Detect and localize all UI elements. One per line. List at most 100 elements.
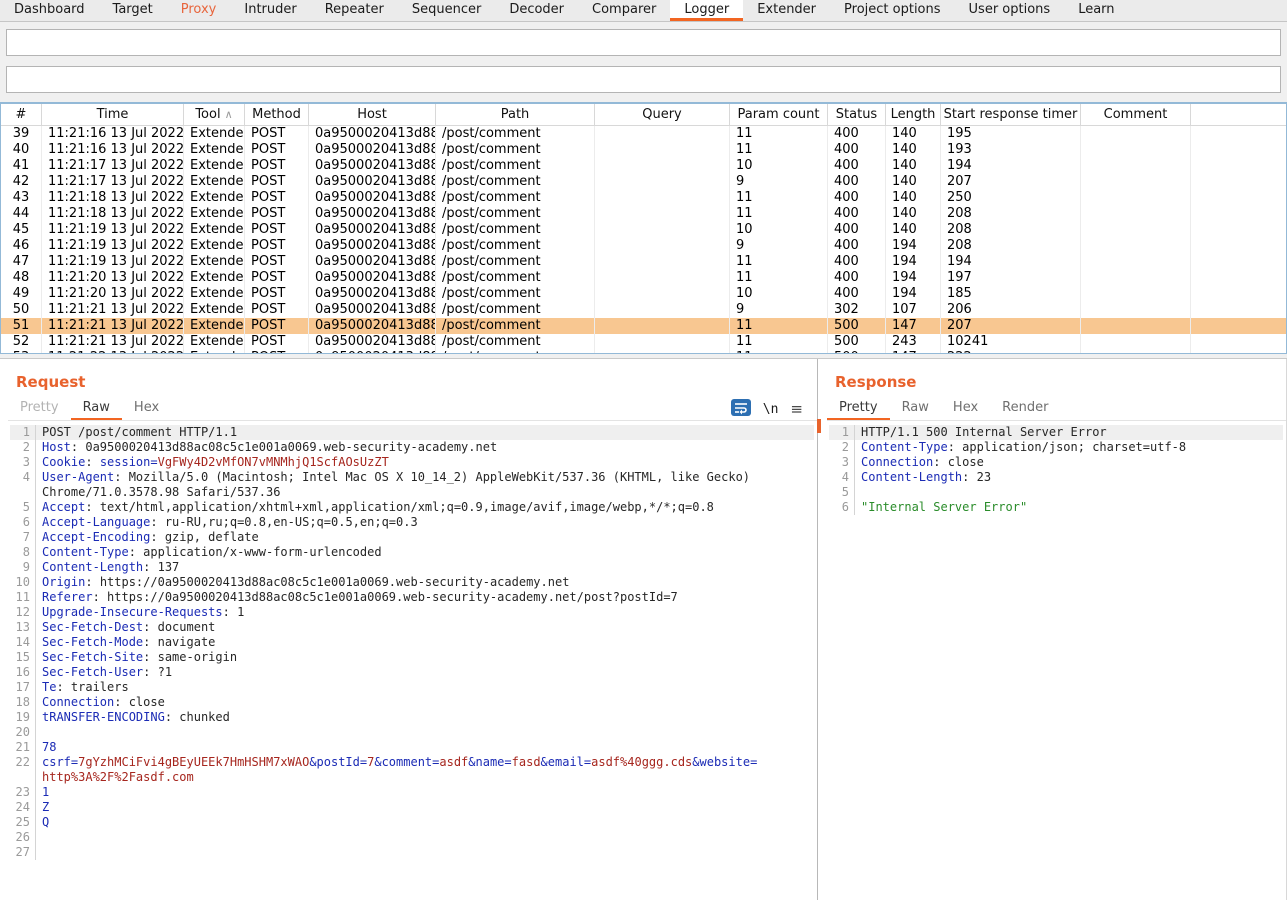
cell-host: 0a9500020413d88... [309, 206, 436, 222]
response-tab-hex[interactable]: Hex [941, 397, 990, 420]
editor-line: 4Content-Length: 23 [829, 470, 1283, 485]
table-row-45[interactable]: 4511:21:19 13 Jul 2022ExtenderPOST0a9500… [1, 222, 1286, 238]
column-header--[interactable]: # [1, 104, 42, 125]
column-header-host[interactable]: Host [309, 104, 436, 125]
cell-length: 140 [886, 142, 941, 158]
response-tab-render[interactable]: Render [990, 397, 1060, 420]
column-header-label: Host [357, 107, 387, 122]
request-editor-tabs: PrettyRawHex [8, 397, 817, 421]
response-panel-title: Response [835, 373, 916, 391]
table-row-47[interactable]: 4711:21:19 13 Jul 2022ExtenderPOST0a9500… [1, 254, 1286, 270]
cell-query [595, 142, 730, 158]
column-header-start-response-timer[interactable]: Start response timer [941, 104, 1081, 125]
view-filter-bar[interactable]: View filter: Showing all items [6, 66, 1281, 93]
request-editor[interactable]: 1POST /post/comment HTTP/1.12Host: 0a950… [10, 425, 814, 900]
column-header-time[interactable]: Time [42, 104, 184, 125]
table-row-50[interactable]: 5011:21:21 13 Jul 2022ExtenderPOST0a9500… [1, 302, 1286, 318]
response-tab-raw[interactable]: Raw [890, 397, 941, 420]
menu-tab-intruder[interactable]: Intruder [230, 0, 310, 21]
table-row-41[interactable]: 4111:21:17 13 Jul 2022ExtenderPOST0a9500… [1, 158, 1286, 174]
table-row-44[interactable]: 4411:21:18 13 Jul 2022ExtenderPOST0a9500… [1, 206, 1286, 222]
cell-tool: Extender [184, 350, 245, 354]
cell-length: 147 [886, 318, 941, 334]
table-row-43[interactable]: 4311:21:18 13 Jul 2022ExtenderPOST0a9500… [1, 190, 1286, 206]
cell-method: POST [245, 142, 309, 158]
line-number: 5 [10, 500, 36, 515]
cell-param-count: 11 [730, 142, 828, 158]
table-row-40[interactable]: 4011:21:16 13 Jul 2022ExtenderPOST0a9500… [1, 142, 1286, 158]
cell-time: 11:21:20 13 Jul 2022 [42, 286, 184, 302]
cell-tool: Extender [184, 142, 245, 158]
menu-tab-user-options[interactable]: User options [955, 0, 1065, 21]
cell-method: POST [245, 238, 309, 254]
line-content: Origin: https://0a9500020413d88ac08c5c1e… [36, 575, 814, 590]
cell--: 41 [1, 158, 42, 174]
column-header-path[interactable]: Path [436, 104, 595, 125]
line-number: 23 [10, 785, 36, 800]
cell-comment [1081, 286, 1191, 302]
cell-tool: Extender [184, 190, 245, 206]
menu-tab-extender[interactable]: Extender [743, 0, 830, 21]
line-content [855, 485, 1283, 500]
table-row-49[interactable]: 4911:21:20 13 Jul 2022ExtenderPOST0a9500… [1, 286, 1286, 302]
line-number: 6 [10, 515, 36, 530]
column-header-label: Param count [737, 107, 819, 122]
wrap-toggle-icon[interactable] [731, 399, 751, 420]
request-tab-hex[interactable]: Hex [122, 397, 171, 420]
cell-method: POST [245, 302, 309, 318]
menu-tab-repeater[interactable]: Repeater [311, 0, 398, 21]
column-header-length[interactable]: Length [886, 104, 941, 125]
menu-tab-dashboard[interactable]: Dashboard [0, 0, 99, 21]
menu-tab-learn[interactable]: Learn [1064, 0, 1128, 21]
editor-line: 17Te: trailers [10, 680, 814, 695]
column-header-query[interactable]: Query [595, 104, 730, 125]
request-tab-pretty[interactable]: Pretty [8, 397, 71, 420]
table-row-46[interactable]: 4611:21:19 13 Jul 2022ExtenderPOST0a9500… [1, 238, 1286, 254]
request-panel-title: Request [16, 373, 85, 391]
column-header-param-count[interactable]: Param count [730, 104, 828, 125]
line-number: 25 [10, 815, 36, 830]
editor-line: 2178 [10, 740, 814, 755]
menu-tab-sequencer[interactable]: Sequencer [398, 0, 495, 21]
column-header-status[interactable]: Status [828, 104, 886, 125]
cell-length: 194 [886, 254, 941, 270]
cell-param-count: 10 [730, 286, 828, 302]
menu-tab-proxy[interactable]: Proxy [167, 0, 231, 21]
menu-tab-target[interactable]: Target [99, 0, 167, 21]
table-row-48[interactable]: 4811:21:20 13 Jul 2022ExtenderPOST0a9500… [1, 270, 1286, 286]
request-tab-raw[interactable]: Raw [71, 397, 122, 420]
table-row-52[interactable]: 5211:21:21 13 Jul 2022ExtenderPOST0a9500… [1, 334, 1286, 350]
menu-tab-logger[interactable]: Logger [670, 0, 743, 21]
cell-path: /post/comment [436, 270, 595, 286]
editor-menu-icon[interactable]: ≡ [790, 400, 803, 418]
cell-path: /post/comment [436, 190, 595, 206]
capture-filter-bar[interactable]: Capture filter: Logger memory limit set … [6, 29, 1281, 56]
menu-tab-decoder[interactable]: Decoder [495, 0, 578, 21]
line-number: 11 [10, 590, 36, 605]
line-number: 17 [10, 680, 36, 695]
cell-time: 11:21:19 13 Jul 2022 [42, 254, 184, 270]
cell-query [595, 126, 730, 142]
cell-comment [1081, 318, 1191, 334]
table-row-39[interactable]: 3911:21:16 13 Jul 2022ExtenderPOST0a9500… [1, 126, 1286, 142]
cell-status: 302 [828, 302, 886, 318]
table-row-51[interactable]: 5111:21:21 13 Jul 2022ExtenderPOST0a9500… [1, 318, 1286, 334]
logger-table: #TimeTool∧Method Host Path Query Param count… [0, 102, 1287, 354]
column-header-comment[interactable]: Comment [1081, 104, 1191, 125]
table-row-53[interactable]: 5311:21:22 13 Jul 2022ExtenderPOST0a9500… [1, 350, 1286, 354]
table-row-42[interactable]: 4211:21:17 13 Jul 2022ExtenderPOST0a9500… [1, 174, 1286, 190]
menu-tab-project-options[interactable]: Project options [830, 0, 955, 21]
cell-status: 400 [828, 142, 886, 158]
response-tab-pretty[interactable]: Pretty [827, 397, 890, 420]
cell--: 40 [1, 142, 42, 158]
newline-toggle-icon[interactable]: \n [763, 402, 779, 417]
column-header-tool[interactable]: Tool∧ [184, 104, 245, 125]
cell-time: 11:21:19 13 Jul 2022 [42, 222, 184, 238]
response-editor[interactable]: 1HTTP/1.1 500 Internal Server Error2Cont… [829, 425, 1283, 900]
column-header-method[interactable]: Method [245, 104, 309, 125]
cell-host: 0a9500020413d88... [309, 174, 436, 190]
column-header-label: Path [501, 107, 530, 122]
cell-host: 0a9500020413d88... [309, 238, 436, 254]
cell-path: /post/comment [436, 254, 595, 270]
menu-tab-comparer[interactable]: Comparer [578, 0, 670, 21]
